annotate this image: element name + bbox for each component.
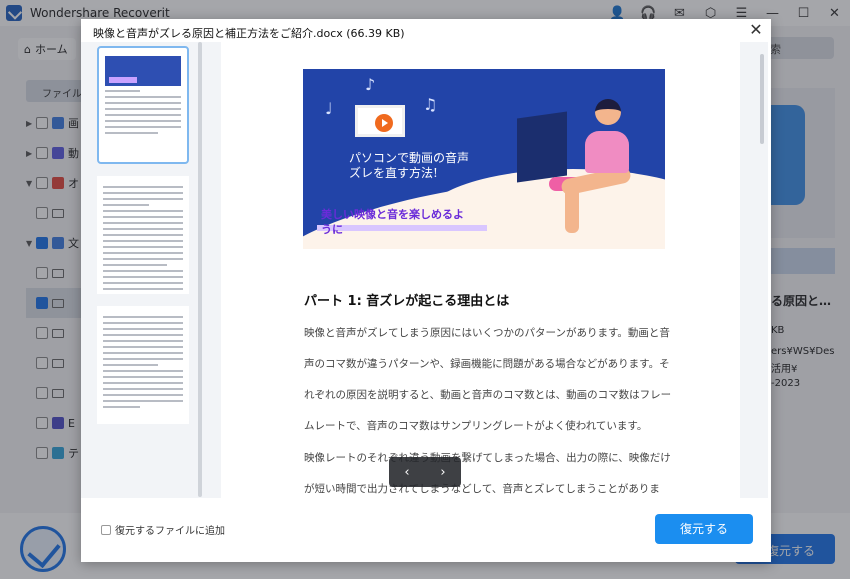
document-paragraph: が短い時間で出力されてしまうなどして、音声とズレてしまうことがありま (304, 483, 660, 495)
close-icon[interactable]: ✕ (747, 22, 765, 40)
document-page: ♪ ♩ ♫ パソコンで動画の音声ズレを直す方法! 美しい映像と音を楽しめるように… (221, 42, 740, 498)
banner-image: ♪ ♩ ♫ パソコンで動画の音声ズレを直す方法! 美しい映像と音を楽しめるように (303, 69, 665, 249)
add-to-restore-label[interactable]: 復元するファイルに追加 (115, 522, 225, 537)
modal-title: 映像と音声がズレる原因と補正方法をご紹介.docx (66.39 KB) (93, 27, 405, 40)
thumbnail-page-3[interactable] (97, 306, 189, 424)
document-paragraph: ムレートで、音声のコマ数はサンプリングレートがよく使われています。 (304, 420, 648, 432)
thumbnail-scrollbar[interactable] (198, 42, 202, 497)
add-to-restore-checkbox[interactable] (101, 525, 111, 535)
thumbnail-page-1[interactable] (97, 46, 189, 164)
music-note-icon: ♩ (325, 99, 333, 118)
thumbnail-image (105, 56, 181, 86)
person-illustration (595, 99, 621, 125)
document-heading: パート 1: 音ズレが起こる理由とは (304, 294, 510, 309)
computer-illustration (517, 111, 567, 183)
document-paragraph: 映像と音声がズレてしまう原因にはいくつかのパターンがあります。動画と音 (304, 327, 670, 339)
play-icon (375, 114, 393, 132)
music-note-icon: ♫ (423, 95, 438, 114)
document-paragraph: 声のコマ数が違うパターンや、録画機能に問題がある場合などがあります。そ (304, 358, 670, 370)
next-page-button[interactable]: › (440, 465, 445, 480)
person-illustration (585, 131, 629, 173)
document-paragraph: 映像レートのそれぞれ違う動画を繋げてしまった場合、出力の際に、映像だけ (304, 452, 671, 464)
document-paragraph: れぞれの原因を説明すると、動画と音声のコマ数とは、動画のコマ数はフレー (304, 389, 672, 401)
page-navigator: ‹ › (389, 457, 461, 487)
banner-subheading: 美しい映像と音を楽しめるように (321, 208, 464, 236)
document-scrollbar[interactable] (760, 54, 764, 144)
video-monitor-icon (355, 105, 405, 137)
page-thumbnails (81, 42, 205, 498)
banner-heading: パソコンで動画の音声ズレを直す方法! (349, 151, 470, 180)
thumbnail-page-2[interactable] (97, 176, 189, 294)
preview-modal: 映像と音声がズレる原因と補正方法をご紹介.docx (66.39 KB) ✕ ♪… (81, 19, 771, 562)
restore-button[interactable]: 復元する (655, 514, 753, 544)
document-viewer: ♪ ♩ ♫ パソコンで動画の音声ズレを直す方法! 美しい映像と音を楽しめるように… (205, 42, 768, 498)
music-note-icon: ♪ (365, 75, 376, 94)
prev-page-button[interactable]: ‹ (404, 465, 409, 480)
